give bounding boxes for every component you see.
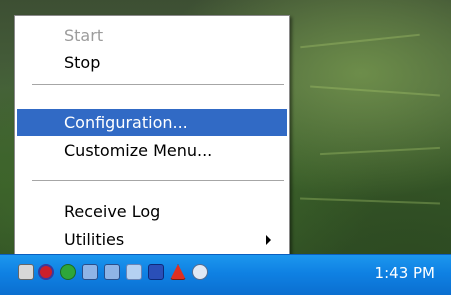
menu-item-label: Utilities bbox=[64, 230, 125, 249]
menu-item-receive-log[interactable]: Receive Log bbox=[17, 198, 287, 225]
menu-item-utilities[interactable]: Utilities bbox=[17, 226, 287, 253]
tray-context-menu: Start Stop Configuration... Customize Me… bbox=[14, 15, 290, 263]
volume-icon[interactable] bbox=[192, 264, 208, 280]
taskbar-clock[interactable]: 1:43 PM bbox=[375, 255, 435, 295]
menu-separator bbox=[32, 180, 284, 182]
menu-separator bbox=[32, 84, 284, 86]
app-icon[interactable] bbox=[126, 264, 142, 280]
menu-item-start[interactable]: Start bbox=[17, 22, 287, 49]
menu-item-customize-menu[interactable]: Customize Menu... bbox=[17, 137, 287, 164]
menu-item-stop[interactable]: Stop bbox=[17, 49, 287, 76]
menu-item-label: Configuration... bbox=[64, 113, 188, 132]
alert-icon[interactable] bbox=[170, 264, 186, 280]
network-icon[interactable] bbox=[18, 264, 34, 280]
menu-item-label: Receive Log bbox=[64, 202, 161, 221]
shield-icon[interactable] bbox=[38, 264, 54, 280]
network-connections-icon[interactable] bbox=[82, 264, 98, 280]
menu-item-configuration[interactable]: Configuration... bbox=[17, 109, 287, 136]
menu-item-label: Start bbox=[64, 26, 104, 45]
network-connections-icon-2[interactable] bbox=[104, 264, 120, 280]
submenu-arrow-icon bbox=[266, 235, 271, 245]
menu-item-label: Stop bbox=[64, 53, 101, 72]
security-center-icon[interactable] bbox=[148, 264, 164, 280]
taskbar: 1:43 PM bbox=[0, 254, 451, 295]
green-status-icon[interactable] bbox=[60, 264, 76, 280]
menu-item-label: Customize Menu... bbox=[64, 141, 213, 160]
